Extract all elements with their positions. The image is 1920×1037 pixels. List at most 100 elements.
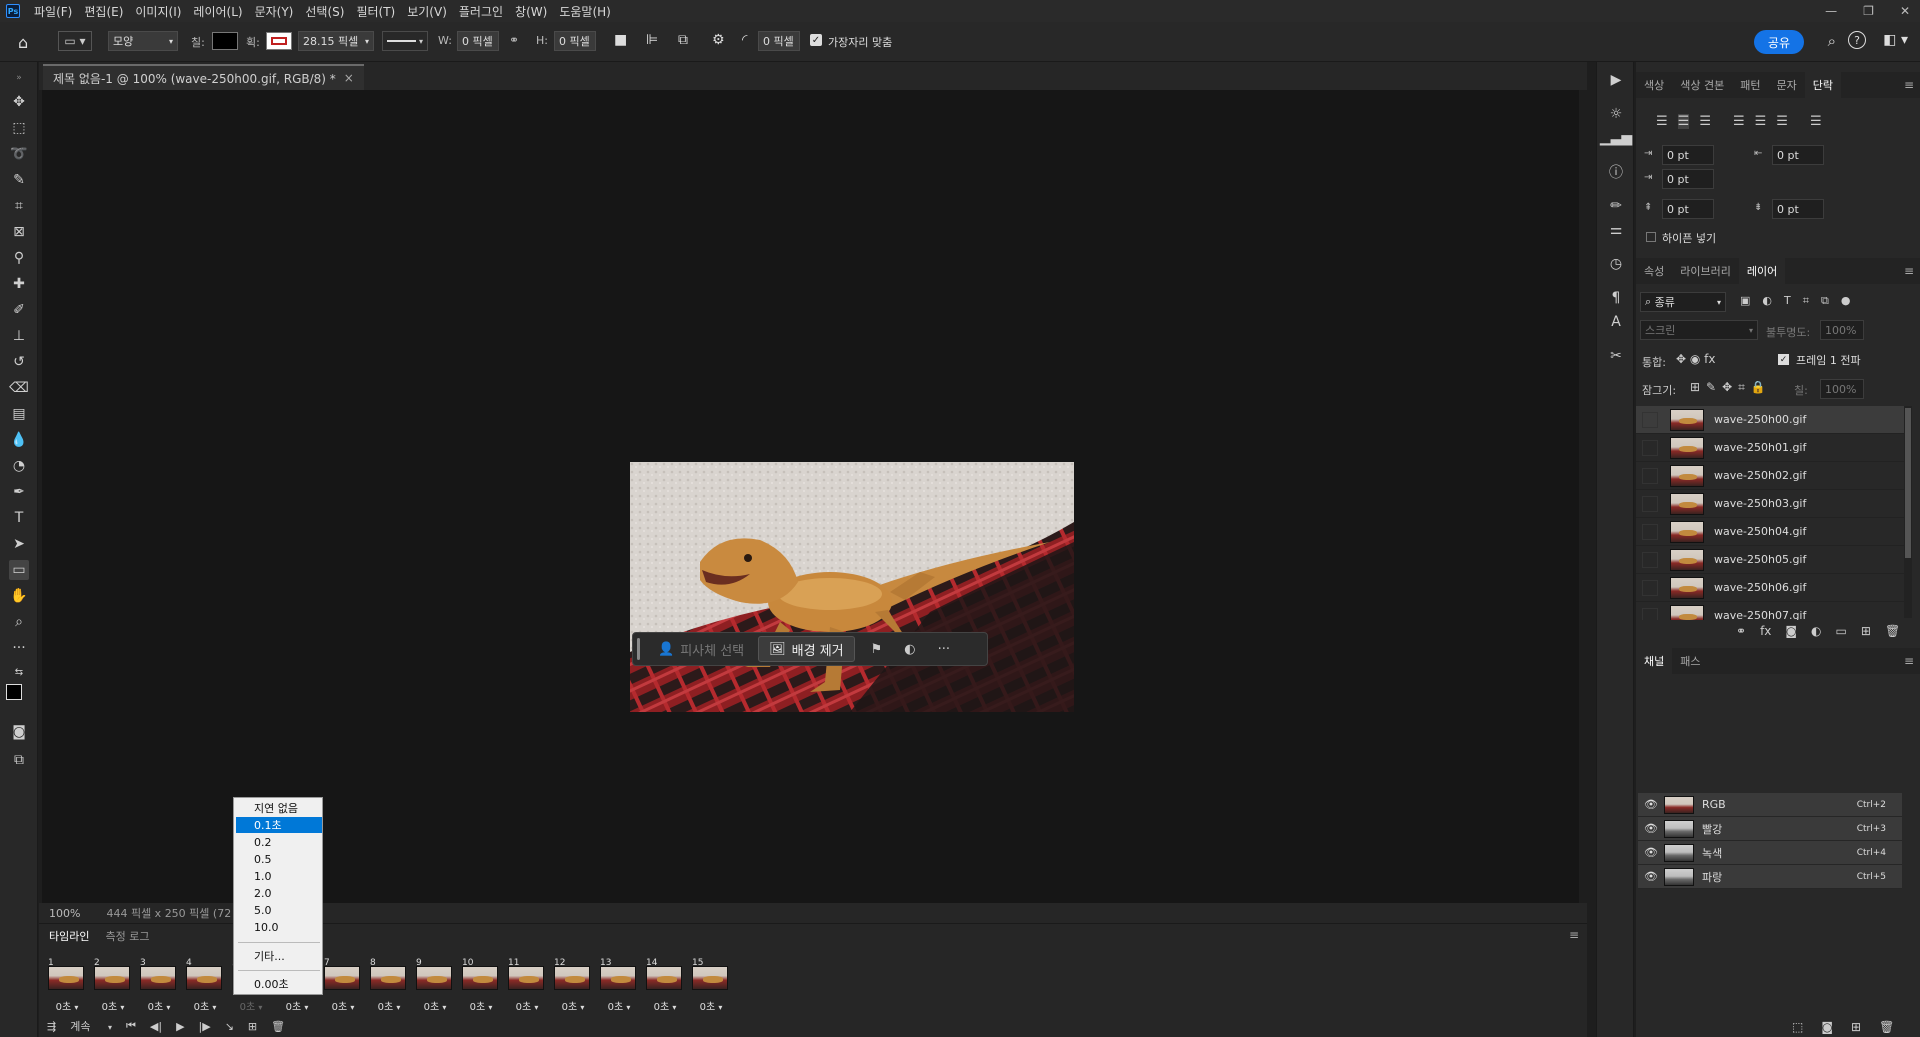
quick-mask-icon[interactable]: ◙ (9, 722, 29, 742)
height-input[interactable]: 0 픽셀 (554, 31, 596, 51)
adjust-icon[interactable]: ◐ (904, 642, 915, 657)
align-edges-checkbox[interactable]: ✓ (810, 34, 822, 46)
align-left-icon[interactable]: ☰ (1656, 114, 1668, 129)
type-tool-icon[interactable]: T (9, 508, 29, 528)
delay-option[interactable]: 5.0 (236, 902, 322, 918)
animation-frame[interactable]: 11 0초 ▾ (505, 958, 545, 1013)
animation-frame[interactable]: 15 0초 ▾ (689, 958, 729, 1013)
frame-delay-select[interactable]: 0초 ▾ (413, 998, 457, 1013)
pixel-filter-icon[interactable]: ▣ (1740, 294, 1750, 308)
tab-character[interactable]: 문자 (1768, 72, 1804, 98)
more-options-icon[interactable]: ··· (938, 642, 950, 657)
layer-visibility-toggle[interactable] (1642, 411, 1658, 428)
convert-timeline-icon[interactable]: ⇶ (47, 1020, 56, 1033)
loop-select[interactable]: 계속 ▾ (70, 1018, 112, 1034)
menu-file[interactable]: 파일(F) (28, 3, 78, 20)
screen-mode-icon[interactable]: ⧉ (9, 750, 29, 770)
tab-properties[interactable]: 속성 (1636, 258, 1672, 284)
document-canvas-image[interactable] (630, 462, 1074, 712)
delay-option-selected[interactable]: 0.1초 (236, 817, 322, 833)
drag-handle[interactable] (637, 638, 640, 660)
menu-image[interactable]: 이미지(I) (129, 3, 187, 20)
animation-frame[interactable]: 4 0초 ▾ (183, 958, 223, 1013)
frame-delay-select[interactable]: 0초 ▾ (597, 998, 641, 1013)
indent-left-input[interactable]: 0 pt (1662, 145, 1714, 165)
layer-visibility-toggle[interactable] (1642, 523, 1658, 540)
character-icon[interactable]: A (1606, 312, 1626, 332)
panel-menu-icon[interactable]: ≡ (1904, 78, 1914, 92)
delay-option[interactable]: 0.5 (236, 851, 322, 867)
frame-delay-select[interactable]: 0초 ▾ (91, 998, 135, 1013)
gradient-tool-icon[interactable]: ▤ (9, 404, 29, 424)
adjustments-icon[interactable]: ⚌ (1606, 220, 1626, 240)
layer-visibility-toggle[interactable] (1642, 579, 1658, 596)
menu-window[interactable]: 창(W) (509, 3, 553, 20)
search-icon[interactable]: ⌕ (1828, 32, 1836, 50)
frame-delay-select[interactable]: 0초 ▾ (551, 998, 595, 1013)
layer-row[interactable]: wave-250h01.gif (1636, 434, 1904, 462)
close-tab-icon[interactable]: × (344, 71, 354, 85)
indent-right-input[interactable]: 0 pt (1772, 145, 1824, 165)
new-group-icon[interactable]: ▭ (1836, 624, 1847, 638)
eye-icon[interactable]: 👁 (1644, 798, 1658, 811)
tools-icon[interactable]: ✂ (1606, 346, 1626, 366)
history-icon[interactable]: ◷ (1606, 254, 1626, 274)
restore-icon[interactable]: ❐ (1863, 4, 1874, 18)
frame-delay-select[interactable]: 0초 ▾ (643, 998, 687, 1013)
move-tool-icon[interactable]: ✥ (9, 92, 29, 112)
menu-view[interactable]: 보기(V) (401, 3, 453, 20)
load-selection-icon[interactable]: ⬚ (1792, 1020, 1803, 1034)
corner-radius-input[interactable]: 0 픽셀 (758, 31, 800, 51)
healing-brush-tool-icon[interactable]: ✚ (9, 274, 29, 294)
filter-toggle-icon[interactable]: ● (1841, 294, 1851, 308)
channel-row[interactable]: 👁 파랑 Ctrl+5 (1638, 865, 1902, 889)
animation-frame[interactable]: 12 0초 ▾ (551, 958, 591, 1013)
layer-visibility-toggle[interactable] (1642, 467, 1658, 484)
path-operations-icon[interactable]: ■ (614, 32, 627, 48)
layer-row[interactable]: wave-250h03.gif (1636, 490, 1904, 518)
justify-all-icon[interactable]: ☰ (1810, 114, 1822, 129)
delay-option[interactable]: 지연 없음 (236, 800, 322, 816)
space-after-input[interactable]: 0 pt (1772, 199, 1824, 219)
scrollbar-thumb[interactable] (1905, 408, 1911, 558)
frame-delay-select[interactable]: 0초 ▾ (459, 998, 503, 1013)
zoom-level[interactable]: 100% (49, 907, 80, 920)
layer-row[interactable]: wave-250h07.gif (1636, 602, 1904, 620)
menu-help[interactable]: 도움말(H) (553, 3, 617, 20)
path-selection-tool-icon[interactable]: ➤ (9, 534, 29, 554)
menu-select[interactable]: 선택(S) (299, 3, 350, 20)
smart-object-filter-icon[interactable]: ⧉ (1821, 294, 1829, 308)
tab-paragraph[interactable]: 단락 (1804, 72, 1841, 98)
frame-delay-select[interactable]: 0초 ▾ (275, 998, 319, 1013)
justify-center-icon[interactable]: ☰ (1755, 114, 1767, 129)
tab-libraries[interactable]: 라이브러리 (1672, 258, 1739, 284)
link-icon[interactable]: ⚭ (509, 33, 519, 47)
frame-delay-select[interactable]: 0초 ▾ (183, 998, 227, 1013)
propagate-frame-checkbox[interactable]: ✓ (1778, 354, 1789, 365)
eraser-tool-icon[interactable]: ⌫ (9, 378, 29, 398)
width-input[interactable]: 0 픽셀 (457, 31, 499, 51)
stroke-width-input[interactable]: 28.15 픽셀 ▾ (298, 31, 374, 51)
menu-type[interactable]: 문자(Y) (249, 3, 300, 20)
share-button[interactable]: 공유 (1753, 30, 1804, 54)
layer-row[interactable]: wave-250h00.gif (1636, 406, 1904, 434)
histogram-icon[interactable]: ▁▃▅ (1600, 128, 1632, 148)
tab-swatches[interactable]: 색상 견본 (1672, 72, 1732, 98)
animation-frame[interactable]: 7 0초 ▾ (321, 958, 361, 1013)
next-frame-icon[interactable]: |▶ (199, 1020, 211, 1033)
crop-tool-icon[interactable]: ⌗ (9, 196, 29, 216)
add-mask-icon[interactable]: ◙ (1785, 624, 1797, 638)
layer-row[interactable]: wave-250h06.gif (1636, 574, 1904, 602)
layer-row[interactable]: wave-250h05.gif (1636, 546, 1904, 574)
layers-scrollbar[interactable] (1904, 406, 1912, 618)
adjustment-filter-icon[interactable]: ◐ (1762, 294, 1772, 308)
brightness-icon[interactable]: ☼ (1606, 104, 1626, 124)
rectangle-tool-icon[interactable]: ▭ (9, 560, 29, 580)
new-layer-icon[interactable]: ⊞ (1861, 624, 1871, 638)
stroke-type-select[interactable]: ▾ (382, 31, 428, 51)
channel-row[interactable]: 👁 빨강 Ctrl+3 (1638, 817, 1902, 841)
clone-stamp-tool-icon[interactable]: ⊥ (9, 326, 29, 346)
brush-settings-icon[interactable]: ✏ (1606, 196, 1626, 216)
frame-delay-select[interactable]: 0초 ▾ (505, 998, 549, 1013)
duplicate-frame-icon[interactable]: ⊞ (248, 1020, 257, 1033)
